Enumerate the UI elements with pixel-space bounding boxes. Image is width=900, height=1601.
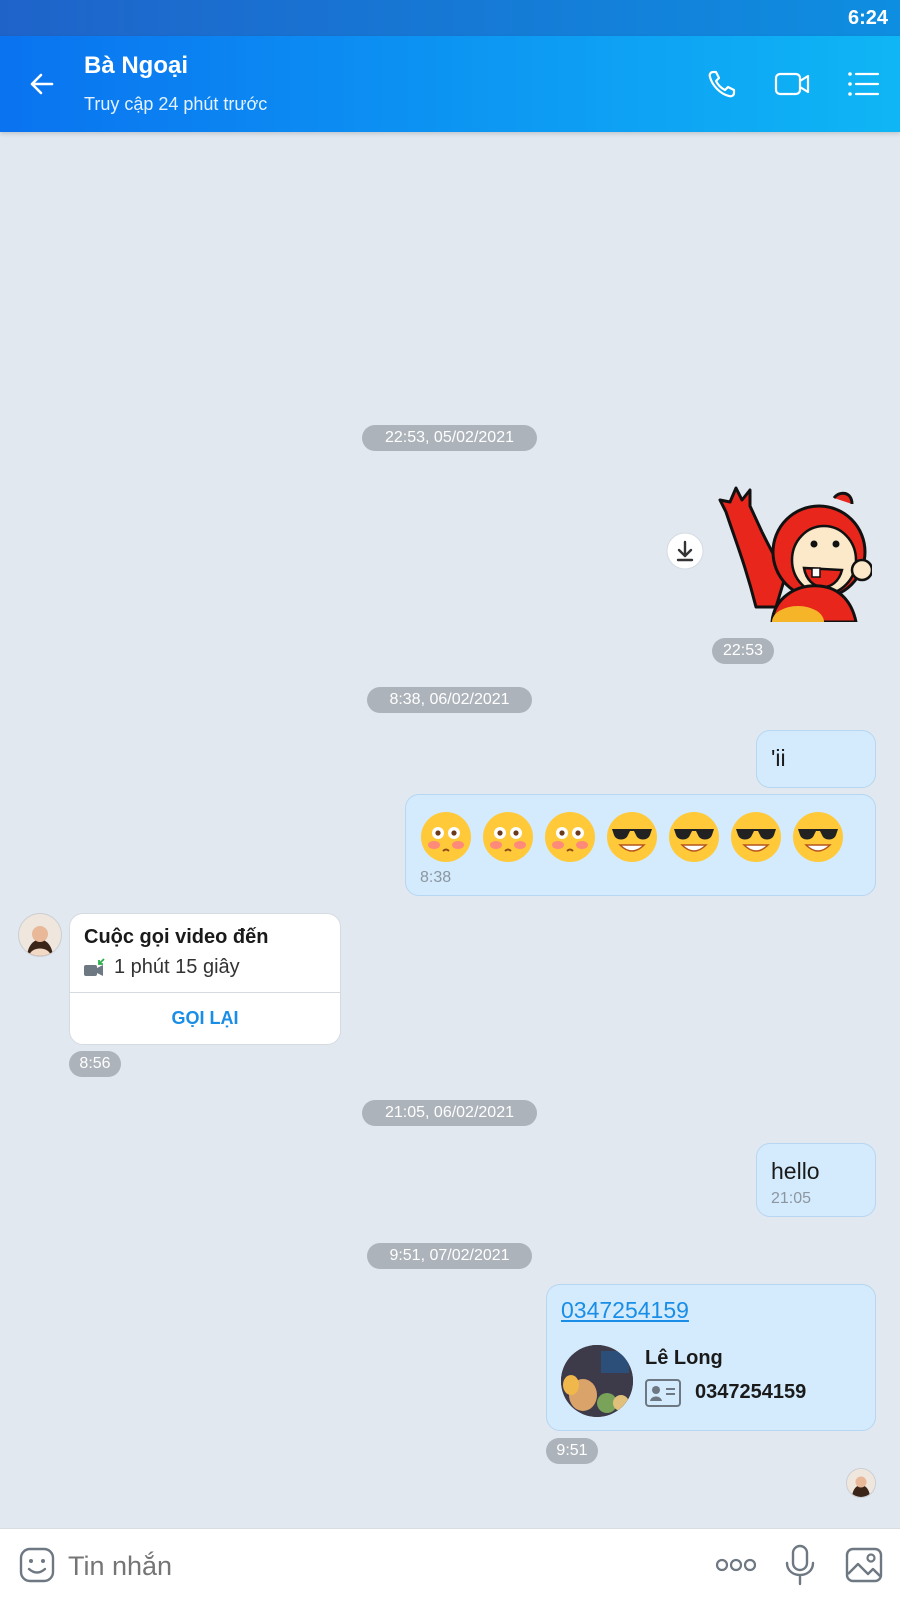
contact-name: Lê Long bbox=[645, 1347, 723, 1369]
date-separator: 9:51, 07/02/2021 bbox=[367, 1243, 532, 1269]
video-call-card: Cuộc gọi video đến 1 phút 15 giây GỌI LẠ… bbox=[69, 913, 341, 1045]
sunglasses-emoji bbox=[607, 812, 657, 862]
call-title: Cuộc gọi video đến bbox=[84, 926, 269, 948]
message-text: hello bbox=[771, 1158, 820, 1184]
back-arrow-icon[interactable] bbox=[22, 64, 62, 104]
contact-avatar[interactable] bbox=[18, 913, 62, 957]
date-separator: 8:38, 06/02/2021 bbox=[367, 687, 532, 713]
contact-name[interactable]: Bà Ngoại bbox=[84, 52, 188, 80]
last-seen-status: Truy cập 24 phút trước bbox=[84, 94, 268, 114]
sticker-icon[interactable] bbox=[18, 1546, 56, 1584]
microphone-icon[interactable] bbox=[782, 1543, 818, 1587]
video-camera-icon[interactable] bbox=[772, 64, 812, 104]
message-time: 8:56 bbox=[69, 1051, 121, 1077]
contact-card-message[interactable]: 0347254159 Lê Long 0347254159 bbox=[546, 1284, 876, 1431]
sunglasses-emoji bbox=[669, 812, 719, 862]
outgoing-message[interactable]: hello 21:05 bbox=[756, 1143, 876, 1217]
message-time: 22:53 bbox=[712, 638, 774, 664]
seen-avatar bbox=[846, 1468, 876, 1498]
message-time: 9:51 bbox=[546, 1438, 598, 1464]
call-duration: 1 phút 15 giây bbox=[114, 956, 240, 978]
sunglasses-emoji bbox=[731, 812, 781, 862]
message-time: 21:05 bbox=[771, 1190, 812, 1207]
incoming-video-call-icon bbox=[84, 958, 105, 976]
date-separator: 21:05, 06/02/2021 bbox=[362, 1100, 537, 1126]
message-composer bbox=[0, 1528, 900, 1601]
message-list[interactable]: 22:53, 05/02/2021 22:53 8:38, 06/02/2021… bbox=[0, 132, 900, 1528]
phone-link[interactable]: 0347254159 bbox=[561, 1297, 689, 1324]
avatar-photo bbox=[19, 914, 61, 956]
date-separator: 22:53, 05/02/2021 bbox=[362, 425, 537, 451]
menu-list-icon[interactable] bbox=[844, 64, 884, 104]
call-back-button[interactable]: GỌI LẠI bbox=[70, 993, 340, 1044]
sunglasses-emoji bbox=[793, 812, 843, 862]
flushed-emoji bbox=[483, 812, 533, 862]
image-icon[interactable] bbox=[844, 1545, 884, 1585]
more-icon[interactable] bbox=[714, 1553, 758, 1577]
avatar-photo bbox=[561, 1345, 633, 1417]
outgoing-message[interactable]: 'ii bbox=[756, 730, 876, 788]
flushed-emoji bbox=[545, 812, 595, 862]
outgoing-emoji-message[interactable]: 8:38 bbox=[405, 794, 876, 896]
contact-phone: 0347254159 bbox=[695, 1381, 807, 1403]
chat-header: Bà Ngoại Truy cập 24 phút trước bbox=[0, 36, 900, 132]
contact-card-avatar bbox=[561, 1345, 633, 1417]
status-bar: 6:24 bbox=[0, 0, 900, 36]
message-text: 'ii bbox=[771, 745, 786, 771]
avatar-photo bbox=[847, 1469, 875, 1497]
status-time: 6:24 bbox=[847, 7, 888, 29]
flushed-emoji bbox=[421, 812, 471, 862]
monkey-sticker[interactable] bbox=[716, 472, 872, 622]
id-card-icon bbox=[645, 1379, 681, 1407]
download-icon[interactable] bbox=[666, 532, 704, 570]
message-time: 8:38 bbox=[420, 869, 452, 886]
phone-icon[interactable] bbox=[702, 64, 742, 104]
message-input[interactable] bbox=[66, 1543, 690, 1589]
